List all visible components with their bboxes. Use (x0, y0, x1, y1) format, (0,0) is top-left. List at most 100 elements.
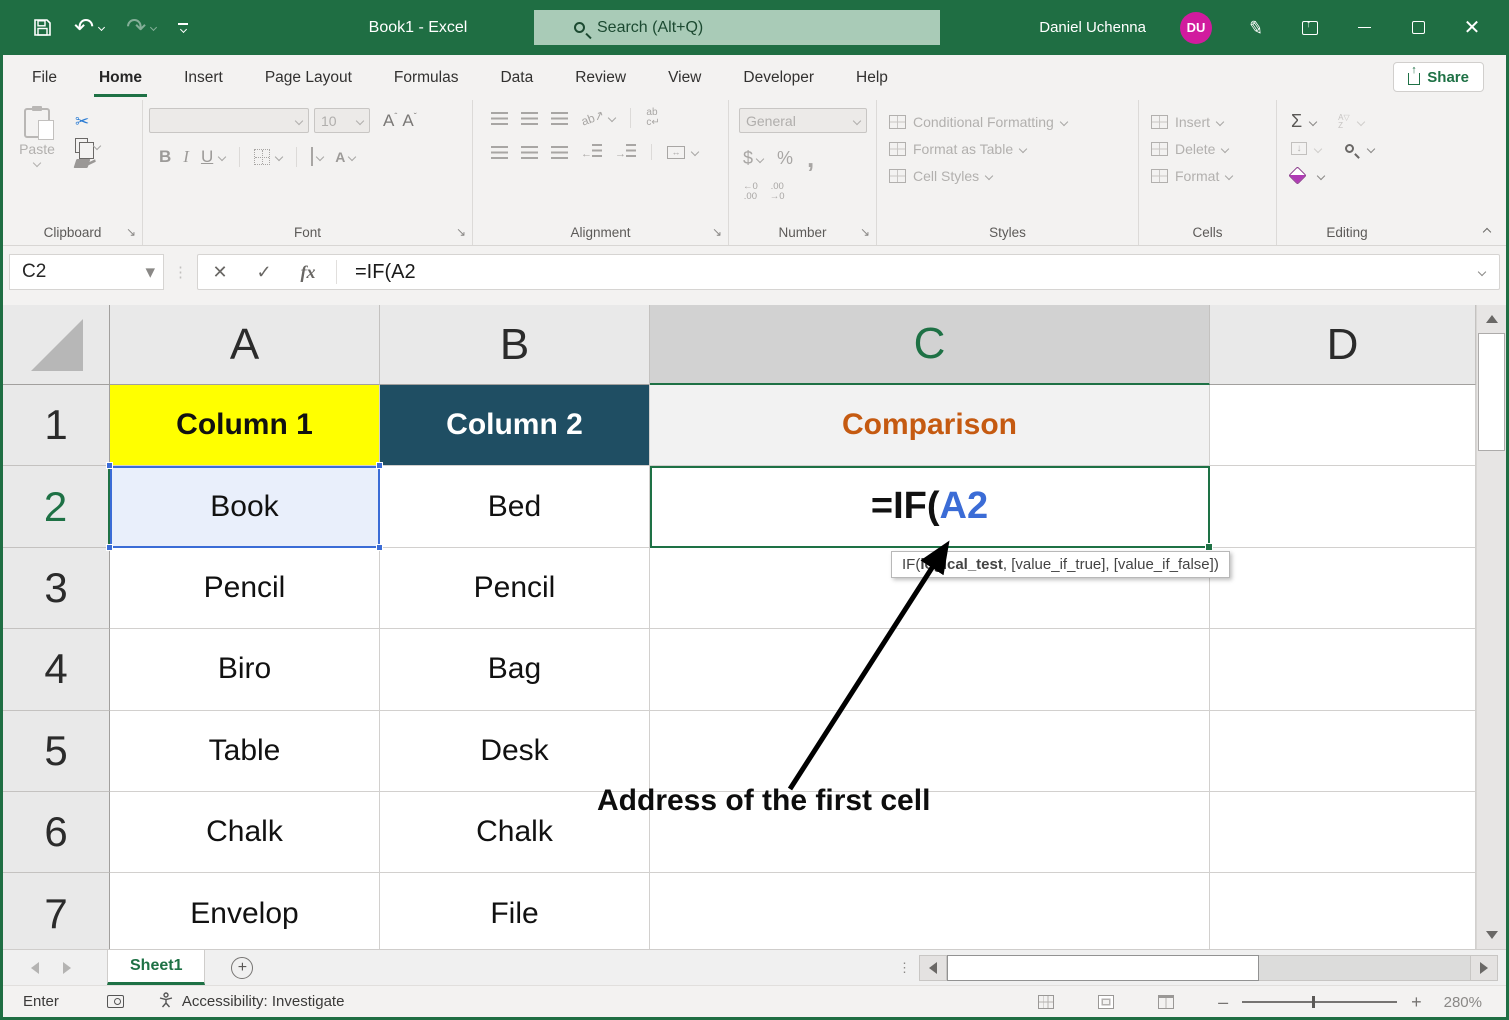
cell-c7[interactable] (650, 873, 1210, 949)
cell-d1[interactable] (1210, 385, 1476, 466)
sort-filter-dropdown[interactable] (1356, 117, 1364, 125)
cell-a1[interactable]: Column 1 (110, 385, 380, 466)
cell-b5[interactable]: Desk (380, 711, 650, 792)
format-as-table-button[interactable]: Format as Table (889, 135, 1132, 162)
ribbon-display-options-button[interactable] (1300, 18, 1320, 38)
number-dialog-launcher[interactable]: ↘ (860, 225, 870, 239)
new-sheet-button[interactable]: + (231, 957, 253, 979)
clear-dropdown[interactable] (1317, 171, 1325, 179)
vertical-scrollbar[interactable] (1476, 305, 1506, 949)
align-bottom-button[interactable] (551, 112, 568, 125)
accounting-format-button[interactable]: $ (743, 148, 753, 169)
tab-page-layout[interactable]: Page Layout (244, 57, 373, 99)
decrease-indent-button[interactable]: ← (581, 144, 602, 160)
cell-styles-button[interactable]: Cell Styles (889, 162, 1132, 189)
tab-help[interactable]: Help (835, 57, 909, 99)
scroll-up-button[interactable] (1477, 305, 1506, 333)
inking-pen-icon[interactable]: ✎ (1244, 16, 1267, 39)
tab-file[interactable]: File (11, 57, 78, 99)
row-header-7[interactable]: 7 (3, 873, 110, 949)
increase-decimal-button[interactable]: ←0.00 (743, 182, 758, 202)
name-box-dropdown[interactable]: ▾ (145, 261, 155, 284)
collapse-ribbon-button[interactable] (1483, 228, 1491, 236)
insert-cells-button[interactable]: Insert (1151, 108, 1270, 135)
fill-handle[interactable] (1205, 543, 1213, 551)
fill-color-button[interactable] (311, 148, 313, 166)
tab-insert[interactable]: Insert (163, 57, 244, 99)
increase-font-button[interactable]: Aˆ (383, 111, 397, 131)
cell-d2[interactable] (1210, 466, 1476, 547)
delete-cells-button[interactable]: Delete (1151, 135, 1270, 162)
column-header-b[interactable]: B (380, 305, 650, 385)
vertical-scroll-track[interactable] (1477, 451, 1506, 921)
decrease-font-button[interactable]: Aˇ (402, 111, 416, 131)
scrollbar-resize-handle[interactable]: ⋮ (898, 964, 911, 971)
row-header-1[interactable]: 1 (3, 385, 110, 466)
cell-d5[interactable] (1210, 711, 1476, 792)
underline-dropdown[interactable] (218, 153, 226, 161)
scroll-down-button[interactable] (1477, 921, 1506, 949)
format-painter-icon[interactable] (74, 159, 91, 168)
cell-b4[interactable]: Bag (380, 629, 650, 710)
search-box[interactable]: Search (Alt+Q) (534, 10, 940, 45)
horizontal-scroll-track[interactable] (1259, 955, 1470, 981)
cut-icon[interactable]: ✂ (75, 112, 100, 132)
fill-color-dropdown[interactable] (316, 153, 324, 161)
clipboard-dialog-launcher[interactable]: ↘ (126, 225, 136, 239)
percent-style-button[interactable]: % (777, 148, 793, 169)
cell-c2-active[interactable]: =IF(A2 (650, 466, 1210, 547)
expand-formula-bar-button[interactable] (1478, 268, 1486, 276)
minimize-button[interactable] (1354, 18, 1374, 38)
normal-view-button[interactable] (1038, 995, 1054, 1009)
scroll-right-button[interactable] (1470, 955, 1498, 981)
close-button[interactable]: ✕ (1462, 18, 1482, 38)
macro-record-icon[interactable] (107, 995, 124, 1008)
tab-data[interactable]: Data (479, 57, 554, 99)
row-header-4[interactable]: 4 (3, 629, 110, 710)
fill-button[interactable]: ↓ (1291, 142, 1307, 155)
font-color-button[interactable]: A (335, 149, 345, 165)
decrease-decimal-button[interactable]: .00→0 (770, 182, 785, 202)
accounting-dropdown[interactable] (756, 154, 764, 162)
page-break-view-button[interactable] (1158, 995, 1174, 1009)
cell-d6[interactable] (1210, 792, 1476, 873)
accessibility-status[interactable]: Accessibility: Investigate (182, 993, 345, 1010)
borders-dropdown[interactable] (275, 153, 283, 161)
align-top-button[interactable] (491, 112, 508, 125)
clear-button[interactable] (1288, 166, 1306, 184)
horizontal-scrollbar[interactable]: ⋮ (898, 955, 1498, 981)
row-header-6[interactable]: 6 (3, 792, 110, 873)
avatar[interactable]: DU (1180, 12, 1212, 44)
orientation-button[interactable]: ab↗ (579, 107, 606, 128)
scroll-left-button[interactable] (919, 955, 947, 981)
font-color-dropdown[interactable] (348, 153, 356, 161)
next-sheet-button[interactable] (63, 962, 71, 974)
autosum-button[interactable]: Σ (1291, 111, 1302, 132)
cell-c5[interactable] (650, 711, 1210, 792)
conditional-formatting-button[interactable]: Conditional Formatting (889, 108, 1132, 135)
align-left-button[interactable] (491, 146, 508, 159)
find-select-dropdown[interactable] (1367, 144, 1375, 152)
cell-b2[interactable]: Bed (380, 466, 650, 547)
zoom-slider-thumb[interactable] (1312, 996, 1315, 1008)
cell-a4[interactable]: Biro (110, 629, 380, 710)
tab-formulas[interactable]: Formulas (373, 57, 480, 99)
zoom-slider[interactable] (1242, 1001, 1397, 1003)
tab-developer[interactable]: Developer (722, 57, 835, 99)
orientation-dropdown[interactable] (608, 114, 616, 122)
zoom-in-button[interactable]: + (1411, 992, 1422, 1013)
column-header-c[interactable]: C (650, 305, 1210, 385)
share-button[interactable]: Share (1393, 62, 1484, 92)
find-select-button[interactable] (1345, 144, 1354, 153)
number-format-combo[interactable]: General (739, 108, 867, 133)
autosum-dropdown[interactable] (1309, 117, 1317, 125)
cell-d3[interactable] (1210, 548, 1476, 629)
select-all-button[interactable] (3, 305, 110, 385)
formula-bar-handle[interactable]: ⋮ (173, 263, 188, 281)
align-middle-button[interactable] (521, 112, 538, 125)
format-cells-button[interactable]: Format (1151, 162, 1270, 189)
sort-filter-button[interactable]: A▽Z (1338, 114, 1350, 130)
tab-view[interactable]: View (647, 57, 722, 99)
fill-dropdown[interactable] (1314, 144, 1322, 152)
comma-style-button[interactable]: , (807, 143, 814, 174)
